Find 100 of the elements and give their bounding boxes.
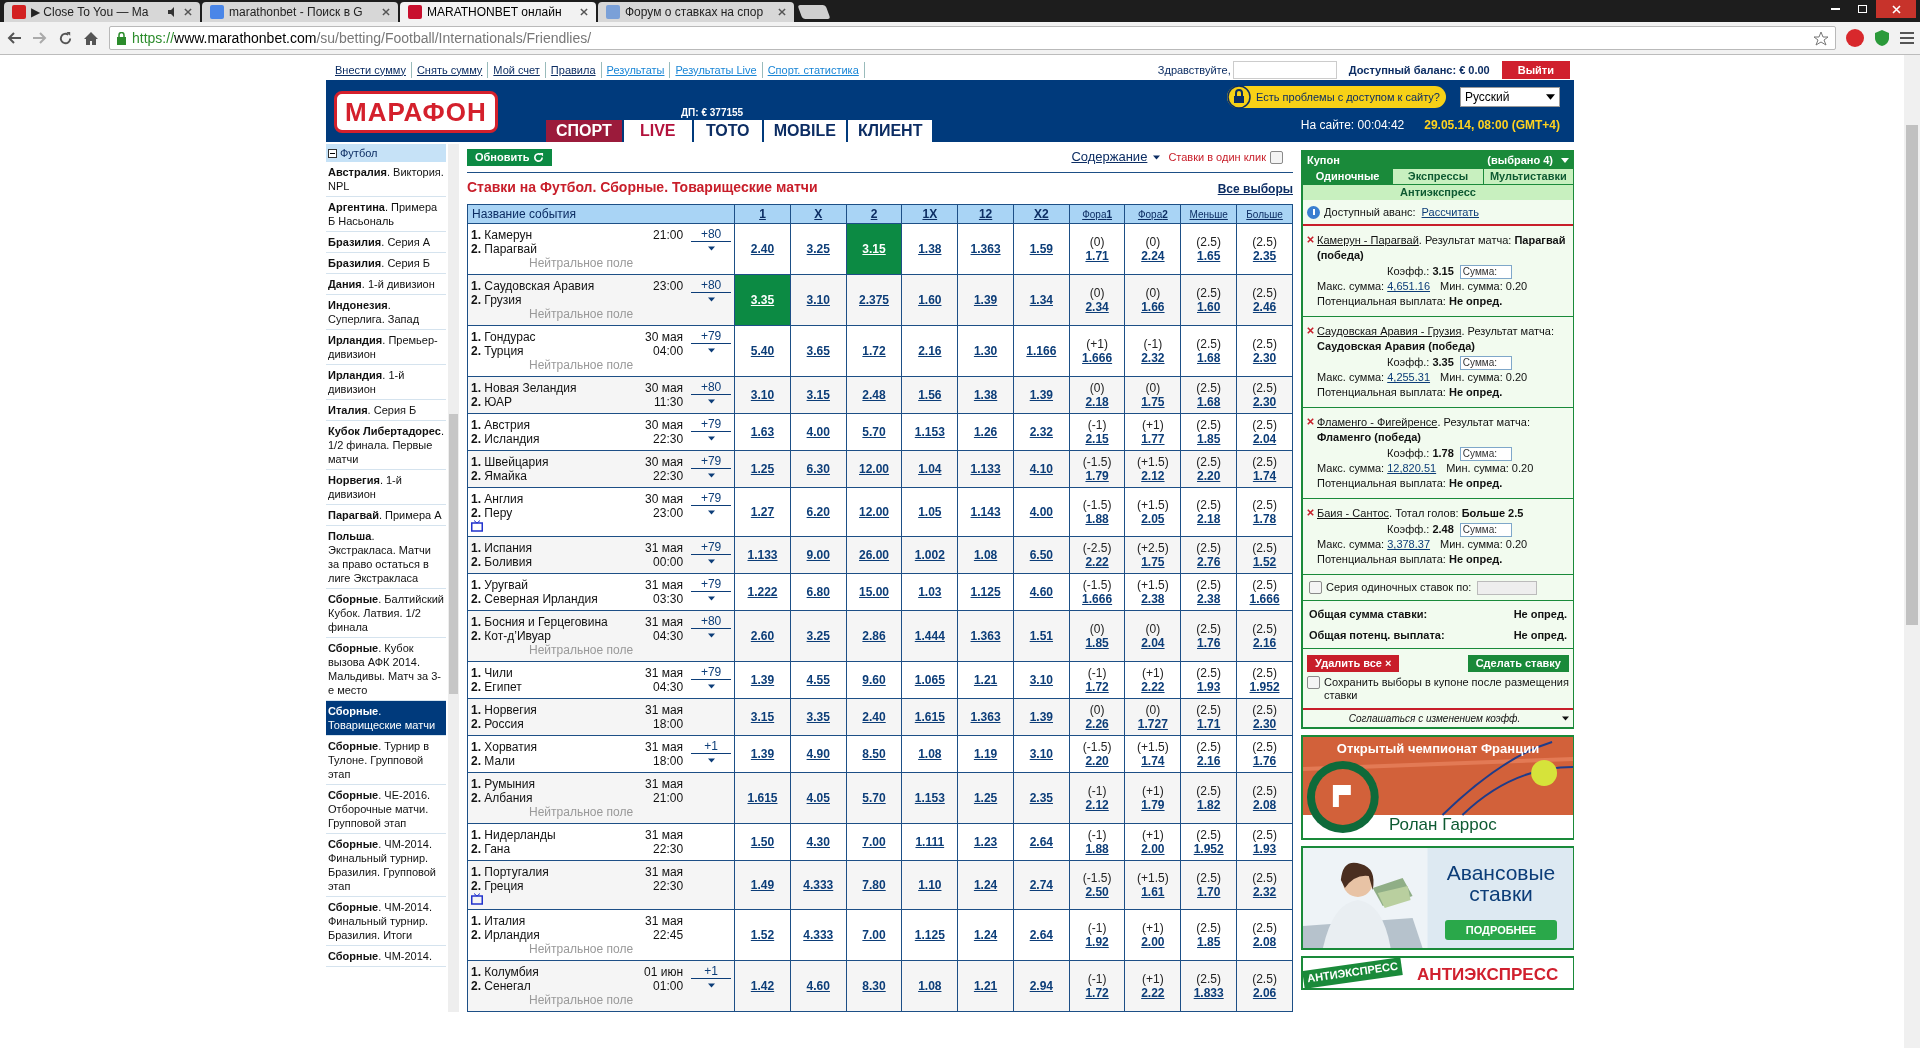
team-name[interactable]: 1. Нидерланды <box>471 828 636 842</box>
handicap-cell[interactable]: (2.5) 2.16 <box>1236 610 1293 662</box>
odds-cell[interactable]: 4.90 <box>790 735 847 773</box>
tv-icon[interactable] <box>471 893 483 905</box>
column-header[interactable]: X2 <box>1013 204 1070 224</box>
caret-icon[interactable] <box>707 684 715 689</box>
odds-cell[interactable]: 8.30 <box>846 960 902 1012</box>
odds-cell[interactable]: 1.363 <box>957 698 1014 736</box>
odds-cell[interactable]: 2.94 <box>1013 960 1070 1012</box>
handicap-cell[interactable]: (2.5) 2.08 <box>1236 909 1293 961</box>
collapse-icon[interactable] <box>328 148 337 158</box>
handicap-cell[interactable]: (+1.5) 2.12 <box>1125 450 1181 488</box>
top-link[interactable]: Результаты <box>601 61 671 79</box>
odds-cell[interactable]: 1.38 <box>901 223 958 275</box>
caret-icon[interactable] <box>707 559 715 564</box>
handicap-cell[interactable]: (2.5) 2.04 <box>1236 413 1293 451</box>
odds-cell[interactable]: 1.24 <box>957 860 1014 910</box>
stake-field[interactable]: Сумма: <box>1459 355 1512 370</box>
odds-cell[interactable]: 1.153 <box>901 772 958 824</box>
odds-cell[interactable]: 1.05 <box>901 487 958 537</box>
odds-cell[interactable]: 1.065 <box>901 661 958 699</box>
odds-cell[interactable]: 1.363 <box>957 223 1014 275</box>
team-name[interactable]: 2. Перу <box>471 506 636 520</box>
column-header[interactable]: X <box>790 204 847 224</box>
top-link[interactable]: Мой счет <box>488 61 546 79</box>
odds-cell[interactable]: 1.10 <box>901 860 958 910</box>
team-name[interactable]: 2. Ирландия <box>471 928 636 942</box>
star-icon[interactable] <box>1813 30 1829 46</box>
odds-cell[interactable]: 2.48 <box>846 376 902 414</box>
handicap-cell[interactable]: (2.5) 2.32 <box>1236 860 1293 910</box>
team-name[interactable]: 1. Новая Зеландия <box>471 381 636 395</box>
odds-cell[interactable]: 5.70 <box>846 772 902 824</box>
odds-cell[interactable]: 12.00 <box>846 487 902 537</box>
team-name[interactable]: 1. Норвегия <box>471 703 636 717</box>
team-name[interactable]: 2. Кот-д’Ивуар <box>471 629 636 643</box>
odds-cell[interactable]: 3.35 <box>734 274 791 326</box>
accept-odds-change[interactable]: Соглашаться с изменением коэфф. <box>1307 711 1562 726</box>
odds-cell[interactable]: 3.10 <box>1013 735 1070 773</box>
handicap-cell[interactable]: (2.5) 1.833 <box>1180 960 1237 1012</box>
handicap-cell[interactable]: (2.5) 1.952 <box>1180 823 1237 861</box>
team-name[interactable]: 1. Чили <box>471 666 636 680</box>
odds-cell[interactable]: 1.34 <box>1013 274 1070 326</box>
team-name[interactable]: 1. Камерун <box>471 228 636 242</box>
odds-cell[interactable]: 5.40 <box>734 325 791 377</box>
odds-cell[interactable]: 9.00 <box>790 536 847 574</box>
odds-cell[interactable]: 12.00 <box>846 450 902 488</box>
handicap-cell[interactable]: (-1.5) 1.666 <box>1069 573 1125 611</box>
handicap-cell[interactable]: (2.5) 1.60 <box>1180 274 1237 326</box>
handicap-cell[interactable]: (2.5) 1.78 <box>1236 487 1293 537</box>
odds-cell[interactable]: 4.333 <box>790 909 847 961</box>
team-name[interactable]: 1. Испания <box>471 541 636 555</box>
odds-cell[interactable]: 3.15 <box>790 376 847 414</box>
odds-cell[interactable]: 1.49 <box>734 860 791 910</box>
odds-cell[interactable]: 1.125 <box>901 909 958 961</box>
caret-icon[interactable] <box>707 297 715 302</box>
odds-cell[interactable]: 1.63 <box>734 413 791 451</box>
handicap-cell[interactable]: (2.5) 2.08 <box>1236 772 1293 824</box>
close-icon[interactable] <box>1876 0 1916 18</box>
caret-icon[interactable] <box>707 633 715 638</box>
handicap-cell[interactable]: (-1.5) 1.79 <box>1069 450 1125 488</box>
odds-cell[interactable]: 1.52 <box>734 909 791 961</box>
odds-cell[interactable]: 7.00 <box>846 823 902 861</box>
handicap-cell[interactable]: (+1.5) 2.38 <box>1125 573 1181 611</box>
odds-cell[interactable]: 4.10 <box>1013 450 1070 488</box>
team-name[interactable]: 1. Австрия <box>471 418 636 432</box>
team-name[interactable]: 1. Колумбия <box>471 965 636 979</box>
advance-banner[interactable]: Авансовые ставки ПОДРОБНЕЕ <box>1301 846 1574 950</box>
handicap-cell[interactable]: (-1) 2.12 <box>1069 772 1125 824</box>
odds-cell[interactable]: 2.64 <box>1013 909 1070 961</box>
odds-cell[interactable]: 1.25 <box>734 450 791 488</box>
odds-cell[interactable]: 1.39 <box>734 661 791 699</box>
handicap-cell[interactable]: (2.5) 2.16 <box>1180 735 1237 773</box>
handicap-cell[interactable]: (+1) 1.666 <box>1069 325 1125 377</box>
series-field[interactable] <box>1477 580 1538 595</box>
handicap-cell[interactable]: (2.5) 1.85 <box>1180 909 1237 961</box>
nav-tab[interactable]: LIVE <box>623 120 692 142</box>
logo[interactable]: МАРАФОН <box>334 91 498 133</box>
odds-cell[interactable]: 1.03 <box>901 573 958 611</box>
caret-icon[interactable] <box>707 510 715 515</box>
handicap-cell[interactable]: (0) 1.66 <box>1125 274 1181 326</box>
handicap-cell[interactable]: (+1) 2.22 <box>1125 661 1181 699</box>
team-name[interactable]: 2. Албания <box>471 791 636 805</box>
all-selections-link[interactable]: Все выборы <box>1217 180 1293 198</box>
handicap-cell[interactable]: (2.5) 2.30 <box>1236 325 1293 377</box>
close-icon[interactable] <box>778 8 786 16</box>
logout-button[interactable]: Выйти <box>1501 61 1570 79</box>
caret-icon[interactable] <box>707 983 715 988</box>
odds-cell[interactable]: 1.143 <box>957 487 1014 537</box>
odds-cell[interactable]: 4.333 <box>790 860 847 910</box>
odds-cell[interactable]: 1.08 <box>957 536 1014 574</box>
odds-cell[interactable]: 1.444 <box>901 610 958 662</box>
odds-cell[interactable]: 4.60 <box>1013 573 1070 611</box>
handicap-cell[interactable]: (2.5) 2.30 <box>1236 698 1293 736</box>
handicap-cell[interactable]: (-1) 2.15 <box>1069 413 1125 451</box>
odds-cell[interactable]: 2.64 <box>1013 823 1070 861</box>
odds-cell[interactable]: 1.26 <box>957 413 1014 451</box>
odds-cell[interactable]: 6.80 <box>790 573 847 611</box>
handicap-cell[interactable]: (0) 2.24 <box>1125 223 1181 275</box>
handicap-cell[interactable]: (0) 2.18 <box>1069 376 1125 414</box>
handicap-cell[interactable]: (+1.5) 1.74 <box>1125 735 1181 773</box>
